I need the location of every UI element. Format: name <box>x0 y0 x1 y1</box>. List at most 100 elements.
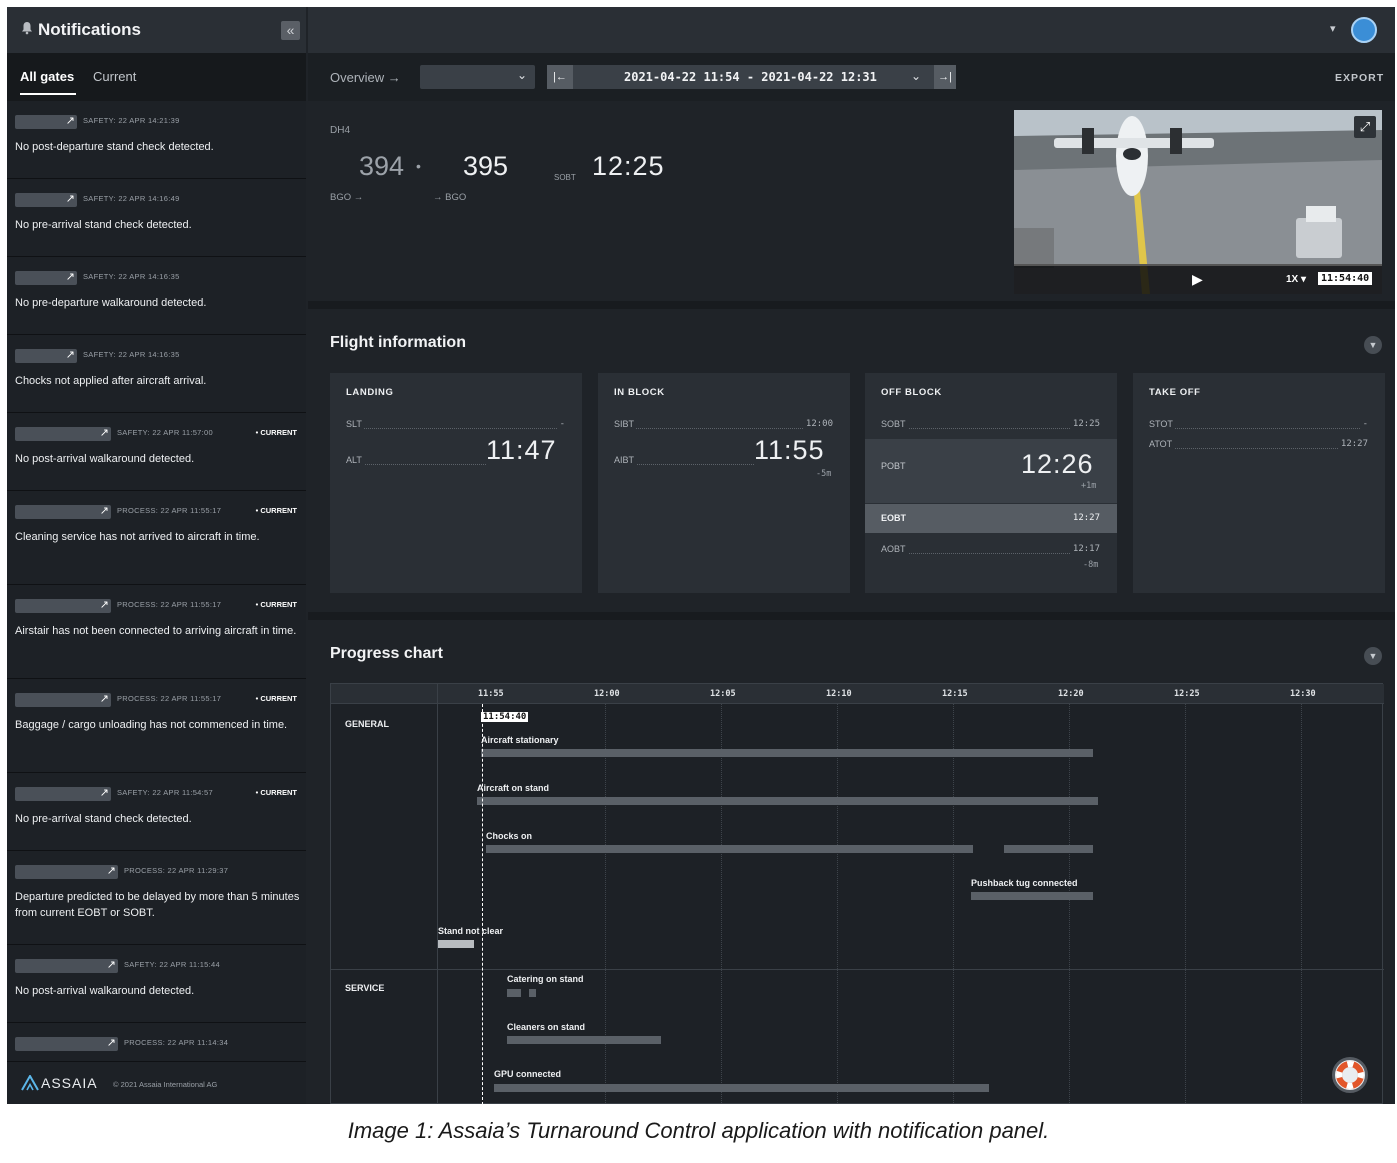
pobt-label: POBT <box>881 461 906 471</box>
task-bar[interactable] <box>971 892 1093 900</box>
turnaround-control-app: Notifications « All gates Current ↗ SAFE… <box>7 7 1395 1104</box>
gate-link-pill[interactable]: ↗ <box>15 787 111 801</box>
notification-meta: PROCESS: 22 APR 11:14:34 <box>124 1038 229 1047</box>
notification-item[interactable]: ↗ SAFETY: 22 APR 11:15:44 No post-arriva… <box>7 945 306 1023</box>
collapse-section-icon[interactable]: ▼ <box>1364 647 1382 665</box>
collapse-panel-button[interactable]: « <box>281 21 300 40</box>
top-bar: ▾ <box>308 7 1395 53</box>
progress-chart-section: Progress chart ▼ 11:55 12:00 12:05 12:10… <box>308 620 1395 1104</box>
eobt-label: EOBT <box>881 513 907 523</box>
grid-line <box>605 704 606 1104</box>
aibt-time: 11:55 <box>754 435 825 465</box>
flight-information-title: Flight information <box>330 334 466 351</box>
overview-link[interactable]: Overview → <box>330 70 401 85</box>
gate-link-pill[interactable]: ↗ <box>15 959 118 973</box>
gate-link-pill[interactable]: ↗ <box>15 271 77 285</box>
alt-time: 11:47 <box>486 435 557 465</box>
chevron-down-icon: ⌄ <box>516 68 527 82</box>
gate-link-pill[interactable]: ↗ <box>15 115 77 129</box>
expand-video-icon[interactable]: ⤢ <box>1354 116 1376 138</box>
notification-item[interactable]: ↗ SAFETY: 22 APR 11:57:00 • CURRENT No p… <box>7 413 306 491</box>
help-lifebuoy-icon[interactable] <box>1332 1057 1368 1093</box>
jump-last-icon[interactable]: →| <box>934 65 956 89</box>
gate-link-pill[interactable]: ↗ <box>15 599 111 613</box>
export-button[interactable]: EXPORT <box>1335 72 1384 84</box>
copyright: © 2021 Assaia International AG <box>113 1080 218 1089</box>
assaia-logo-text: ASSAIA <box>41 1075 98 1091</box>
notification-message: No pre-departure walkaround detected. <box>15 297 207 309</box>
notification-message: Cleaning service has not arrived to airc… <box>15 531 260 543</box>
task-bar[interactable] <box>1004 845 1093 853</box>
gate-link-pill[interactable]: ↗ <box>15 505 111 519</box>
video-progress-bar[interactable] <box>1014 264 1382 266</box>
departure-flight-number: 395 <box>463 151 509 181</box>
alt-label: ALT <box>346 455 364 465</box>
notification-list: ↗ SAFETY: 22 APR 14:21:39 No post-depart… <box>7 101 306 1061</box>
task-bar[interactable] <box>486 845 973 853</box>
notification-item[interactable]: ↗ PROCESS: 22 APR 11:14:34 <box>7 1023 306 1061</box>
slt-label: SLT <box>346 419 364 429</box>
chevron-down-icon[interactable]: ⌄ <box>911 69 921 83</box>
notification-item[interactable]: ↗ SAFETY: 22 APR 11:54:57 • CURRENT No p… <box>7 773 306 851</box>
task-bar[interactable] <box>477 797 1098 805</box>
current-badge: • CURRENT <box>255 506 297 515</box>
time-tick-label: 12:30 <box>1290 689 1316 699</box>
task-bar[interactable] <box>438 940 474 948</box>
flight-separator: • <box>416 158 421 174</box>
aobt-delta: -8m <box>1083 560 1099 570</box>
gate-select[interactable]: ⌄ <box>420 65 535 89</box>
notification-item[interactable]: ↗ SAFETY: 22 APR 14:16:49 No pre-arrival… <box>7 179 306 257</box>
notification-meta: SAFETY: 22 APR 14:16:49 <box>83 194 180 203</box>
time-tick-label: 11:55 <box>478 689 504 699</box>
notification-item[interactable]: ↗ PROCESS: 22 APR 11:55:17 • CURRENT Air… <box>7 585 306 679</box>
time-tick-label: 12:00 <box>594 689 620 699</box>
grid-line <box>1185 704 1186 1104</box>
gate-link-pill[interactable]: ↗ <box>15 349 77 363</box>
tab-current[interactable]: Current <box>93 69 136 84</box>
task-bar[interactable] <box>529 989 536 997</box>
time-tick-label: 12:15 <box>942 689 968 699</box>
task-bar[interactable] <box>507 989 521 997</box>
section-divider <box>308 301 1395 309</box>
main-area: ▾ Overview → ⌄ |← 2021-04-22 11:54 - 202… <box>308 7 1395 1104</box>
chevron-down-icon[interactable]: ▾ <box>1330 22 1336 35</box>
notification-item[interactable]: ↗ SAFETY: 22 APR 14:16:35 No pre-departu… <box>7 257 306 335</box>
task-bar[interactable] <box>481 749 1093 757</box>
play-icon[interactable]: ▶ <box>1192 271 1203 288</box>
stand-camera-video[interactable]: ⤢ ▶ 1X ▾ 11:54:40 <box>1014 110 1382 294</box>
notification-message: No post-arrival walkaround detected. <box>15 985 195 997</box>
sibt-label: SIBT <box>614 419 637 429</box>
navigation-bar: Overview → ⌄ |← 2021-04-22 11:54 - 2021-… <box>308 53 1395 101</box>
notification-item[interactable]: ↗ SAFETY: 22 APR 14:16:35 Chocks not app… <box>7 335 306 413</box>
notification-item[interactable]: ↗ PROCESS: 22 APR 11:55:17 • CURRENT Cle… <box>7 491 306 585</box>
collapse-section-icon[interactable]: ▼ <box>1364 336 1382 354</box>
sobt-row: SOBT 12:25 <box>881 419 1100 433</box>
notification-message: Chocks not applied after aircraft arriva… <box>15 375 207 387</box>
jump-first-icon[interactable]: |← <box>547 65 573 89</box>
notification-item[interactable]: ↗ PROCESS: 22 APR 11:55:17 • CURRENT Bag… <box>7 679 306 773</box>
playback-speed-select[interactable]: 1X ▾ <box>1286 274 1306 285</box>
task-label: Pushback tug connected <box>971 878 1078 888</box>
grid-line <box>837 704 838 1104</box>
sobt-label: SOBT <box>881 419 908 429</box>
gate-link-pill[interactable]: ↗ <box>15 693 111 707</box>
gate-link-pill[interactable]: ↗ <box>15 427 111 441</box>
time-tick-label: 12:05 <box>710 689 736 699</box>
notifications-header: Notifications « <box>7 7 306 53</box>
task-bar[interactable] <box>507 1036 661 1044</box>
gate-link-pill[interactable]: ↗ <box>15 193 77 207</box>
notification-item[interactable]: ↗ SAFETY: 22 APR 14:21:39 No post-depart… <box>7 101 306 179</box>
pobt-delta: +1m <box>1081 481 1097 491</box>
gate-link-pill[interactable]: ↗ <box>15 865 118 879</box>
user-avatar[interactable] <box>1351 17 1377 43</box>
tab-all-gates[interactable]: All gates <box>20 69 74 84</box>
gate-link-pill[interactable]: ↗ <box>15 1037 118 1051</box>
notification-meta: SAFETY: 22 APR 11:15:44 <box>124 960 220 969</box>
notifications-footer: ASSAIA © 2021 Assaia International AG <box>7 1061 306 1104</box>
notification-tabs: All gates Current <box>7 53 306 101</box>
sobt-time: 12:25 <box>592 151 665 181</box>
notification-item[interactable]: ↗ PROCESS: 22 APR 11:29:37 Departure pre… <box>7 851 306 945</box>
landing-title: LANDING <box>346 387 394 398</box>
date-range-picker[interactable]: |← 2021-04-22 11:54 - 2021-04-22 12:31 ⌄… <box>547 65 956 89</box>
task-bar[interactable] <box>494 1084 989 1092</box>
